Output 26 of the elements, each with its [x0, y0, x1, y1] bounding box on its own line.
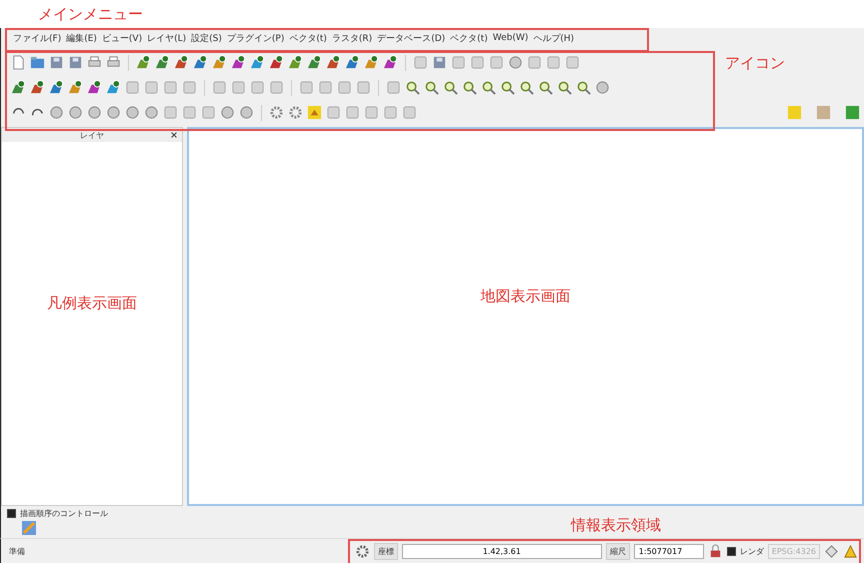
- render-label: レンダ: [740, 546, 764, 556]
- annotation-label: アイコン: [725, 54, 785, 73]
- scale-label: 縮尺: [606, 542, 630, 560]
- menu-item[interactable]: データベース(D): [377, 32, 446, 44]
- status-text: 準備: [9, 546, 25, 556]
- menu-item[interactable]: レイヤ(L): [147, 32, 186, 44]
- coordinate-field[interactable]: 1.42,3.61: [402, 544, 602, 558]
- annotation-label: 凡例表示画面: [47, 294, 137, 313]
- menu-item[interactable]: 設定(S): [191, 32, 222, 44]
- panel-title: レイヤ: [80, 130, 104, 140]
- menu-item[interactable]: ビュー(V): [102, 32, 142, 44]
- menu-item[interactable]: Web(W): [492, 33, 528, 43]
- annotation-label: 地図表示画面: [480, 287, 570, 306]
- menu-item[interactable]: 編集(E): [66, 32, 97, 44]
- coordinate-label: 座標: [374, 542, 398, 560]
- menu-item[interactable]: ヘルプ(H): [533, 32, 574, 44]
- annotation-label: 情報表示領域: [571, 516, 661, 535]
- checkbox-label: 描画順序のコントロール: [20, 508, 108, 518]
- annotation-label: メインメニュー: [38, 4, 143, 24]
- scale-dropdown[interactable]: 1:5077017: [634, 544, 704, 558]
- menu-item[interactable]: プラグイン(P): [226, 32, 284, 44]
- menu-item[interactable]: ベクタ(t): [289, 32, 327, 44]
- menu-item[interactable]: ラスタ(R): [332, 32, 372, 44]
- menu-item[interactable]: ベクタ(t): [450, 32, 488, 44]
- menu-item[interactable]: ファイル(F): [13, 32, 62, 44]
- map-canvas[interactable]: 地図表示画面: [187, 127, 864, 506]
